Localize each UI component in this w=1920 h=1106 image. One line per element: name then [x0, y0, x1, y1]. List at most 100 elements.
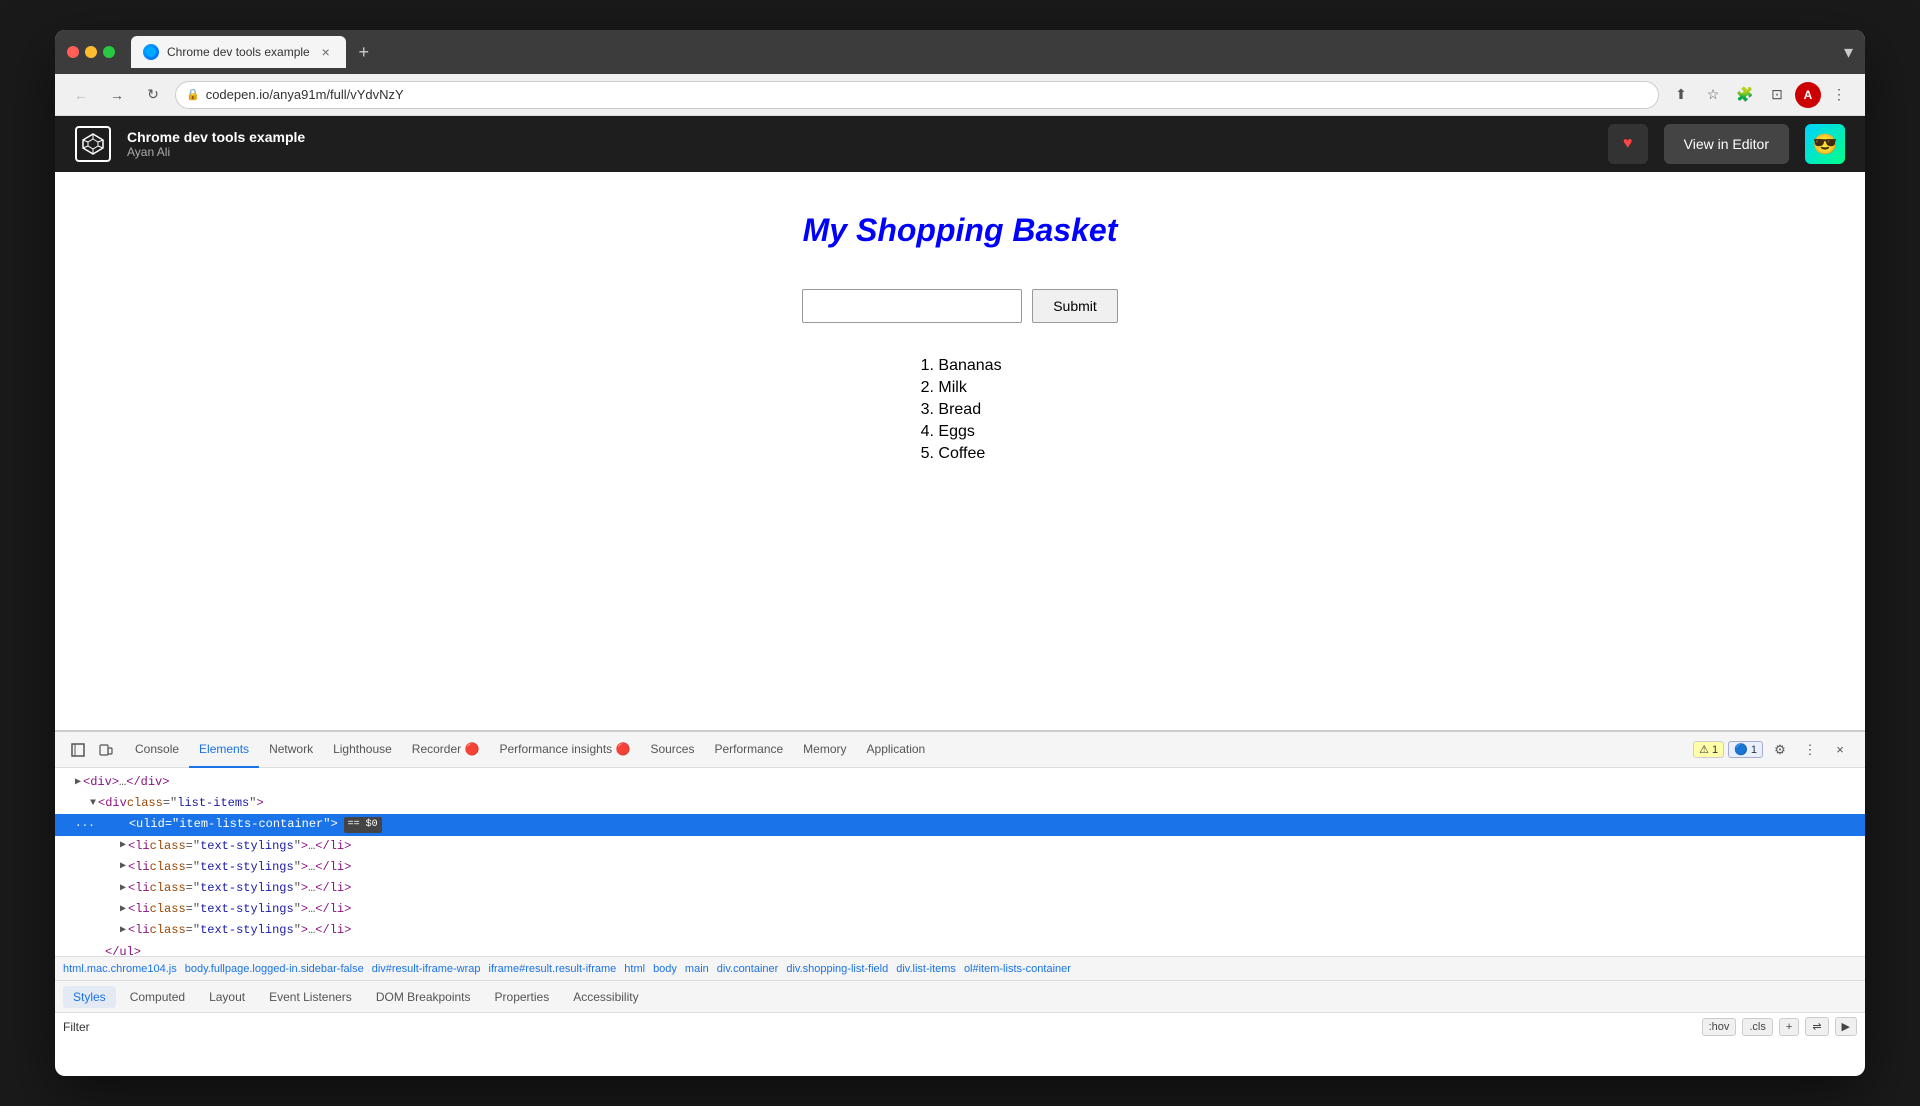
tab-memory[interactable]: Memory	[793, 732, 856, 768]
minimize-button[interactable]	[85, 46, 97, 58]
breadcrumb-item[interactable]: body	[653, 963, 677, 975]
device-toolbar-button[interactable]	[93, 737, 119, 763]
html-line[interactable]: ▶ <div>…</div>	[55, 772, 1865, 793]
share-button[interactable]: ⬆	[1667, 81, 1695, 109]
add-style-button[interactable]: +	[1779, 1018, 1799, 1036]
tab-console-label: Console	[135, 742, 179, 756]
collapse-arrow[interactable]: ▶	[120, 881, 126, 897]
inspect-element-button[interactable]	[65, 737, 91, 763]
html-line-selected[interactable]: ... <ul id="item-lists-container"> == $0	[55, 814, 1865, 835]
tab-sources[interactable]: Sources	[640, 732, 704, 768]
forward-button[interactable]: →	[103, 81, 131, 109]
filter-row: Filter :hov .cls + ⇌ ▶	[55, 1012, 1865, 1040]
html-line[interactable]: </ul>	[55, 942, 1865, 957]
breadcrumb-item[interactable]: div.shopping-list-field	[786, 963, 888, 975]
tab-network[interactable]: Network	[259, 732, 323, 768]
view-in-editor-button[interactable]: View in Editor	[1664, 124, 1789, 164]
cls-button[interactable]: .cls	[1742, 1018, 1773, 1036]
list-item: Milk	[938, 379, 1001, 397]
tab-elements[interactable]: Elements	[189, 732, 259, 768]
page-content: My Shopping Basket Submit Bananas Milk B…	[55, 172, 1865, 507]
shopping-list: Bananas Milk Bread Eggs Coffee	[918, 353, 1001, 467]
tab-elements-label: Elements	[199, 742, 249, 756]
breadcrumb-item[interactable]: main	[685, 963, 709, 975]
tab-performance-insights[interactable]: Performance insights 🔴	[489, 732, 640, 768]
styles-tab-bar: Styles Computed Layout Event Listeners D…	[55, 980, 1865, 1012]
toggle-icon[interactable]: ⇌	[1805, 1017, 1828, 1036]
tab-memory-label: Memory	[803, 742, 846, 756]
avatar-emoji: 😎	[1813, 132, 1838, 157]
play-button[interactable]: ▶	[1835, 1017, 1857, 1036]
html-line[interactable]: ▶ <li class="text-stylings">…</li>	[55, 899, 1865, 920]
settings-button[interactable]: ⚙	[1767, 737, 1793, 763]
html-line[interactable]: ▶ <li class="text-stylings">…</li>	[55, 920, 1865, 941]
tab-recorder[interactable]: Recorder 🔴	[402, 732, 490, 768]
html-line[interactable]: ▶ <li class="text-stylings">…</li>	[55, 878, 1865, 899]
collapse-arrow[interactable]: ▶	[120, 902, 126, 918]
codepen-header: Chrome dev tools example Ayan Ali ♥ View…	[55, 116, 1865, 172]
devtools-right-icons: ⚠ 1 🔵 1 ⚙ ⋮ ×	[1693, 737, 1861, 763]
warning-badge: ⚠ 1	[1693, 741, 1724, 758]
tab-console[interactable]: Console	[125, 732, 189, 768]
breadcrumb-item[interactable]: div.container	[717, 963, 779, 975]
url-bar[interactable]: 🔒 codepen.io/anya91m/full/vYdvNzY	[175, 81, 1659, 109]
styles-tab-accessibility[interactable]: Accessibility	[563, 986, 648, 1008]
styles-tab-computed[interactable]: Computed	[120, 986, 195, 1008]
refresh-button[interactable]: ↻	[139, 81, 167, 109]
collapse-arrow[interactable]: ▶	[120, 859, 126, 875]
profile-avatar[interactable]: A	[1795, 82, 1821, 108]
hov-button[interactable]: :hov	[1702, 1018, 1737, 1036]
back-button[interactable]: ←	[67, 81, 95, 109]
breadcrumb-item[interactable]: div#result-iframe-wrap	[372, 963, 481, 975]
tab-dropdown-button[interactable]: ▾	[1844, 42, 1853, 63]
ellipsis: …	[119, 773, 126, 792]
equals-badge: == $0	[344, 817, 382, 833]
info-badge: 🔵 1	[1728, 741, 1763, 758]
tab-lighthouse[interactable]: Lighthouse	[323, 732, 402, 768]
codepen-logo	[75, 126, 111, 162]
sync-button[interactable]: ⊡	[1763, 81, 1791, 109]
heart-button[interactable]: ♥	[1608, 124, 1648, 164]
html-line[interactable]: ▶ <li class="text-stylings">…</li>	[55, 836, 1865, 857]
traffic-lights	[67, 46, 115, 58]
styles-tab-dom-breakpoints[interactable]: DOM Breakpoints	[366, 986, 481, 1008]
list-item: Coffee	[938, 445, 1001, 463]
tab-application-label: Application	[867, 742, 926, 756]
close-button[interactable]	[67, 46, 79, 58]
styles-tab-properties[interactable]: Properties	[485, 986, 560, 1008]
dots-indicator: ...	[75, 816, 95, 834]
devtools-html-tree: ▶ <div>…</div> ▼ <div class="list-items"…	[55, 768, 1865, 956]
collapse-arrow[interactable]: ▶	[75, 775, 81, 791]
styles-tab-layout[interactable]: Layout	[199, 986, 255, 1008]
breadcrumb-item[interactable]: div.list-items	[896, 963, 956, 975]
devtools-panel: Console Elements Network Lighthouse Reco…	[55, 730, 1865, 1040]
more-options-button[interactable]: ⋮	[1797, 737, 1823, 763]
tab-area: Chrome dev tools example × +	[131, 36, 1836, 68]
bookmark-button[interactable]: ☆	[1699, 81, 1727, 109]
close-devtools-button[interactable]: ×	[1827, 737, 1853, 763]
collapse-arrow[interactable]: ▶	[120, 923, 126, 939]
user-avatar[interactable]: 😎	[1805, 124, 1845, 164]
styles-tab-styles[interactable]: Styles	[63, 986, 116, 1008]
collapse-arrow[interactable]: ▶	[120, 838, 126, 854]
styles-tab-event-listeners[interactable]: Event Listeners	[259, 986, 362, 1008]
breadcrumb-item[interactable]: body.fullpage.logged-in.sidebar-false	[185, 963, 364, 975]
item-input[interactable]	[802, 289, 1022, 323]
heart-icon: ♥	[1623, 135, 1633, 153]
active-tab[interactable]: Chrome dev tools example ×	[131, 36, 346, 68]
breadcrumb-item[interactable]: ol#item-lists-container	[964, 963, 1071, 975]
tab-application[interactable]: Application	[857, 732, 936, 768]
html-line[interactable]: ▼ <div class="list-items">	[55, 793, 1865, 814]
menu-button[interactable]: ⋮	[1825, 81, 1853, 109]
breadcrumb-item[interactable]: html.mac.chrome104.js	[63, 963, 177, 975]
collapse-arrow[interactable]: ▼	[90, 796, 96, 812]
breadcrumb-item[interactable]: html	[624, 963, 645, 975]
new-tab-button[interactable]: +	[350, 38, 378, 66]
tab-close-button[interactable]: ×	[318, 44, 334, 60]
tab-performance[interactable]: Performance	[704, 732, 793, 768]
maximize-button[interactable]	[103, 46, 115, 58]
submit-button[interactable]: Submit	[1032, 289, 1118, 323]
extensions-button[interactable]: 🧩	[1731, 81, 1759, 109]
html-line[interactable]: ▶ <li class="text-stylings">…</li>	[55, 857, 1865, 878]
breadcrumb-item[interactable]: iframe#result.result-iframe	[489, 963, 617, 975]
